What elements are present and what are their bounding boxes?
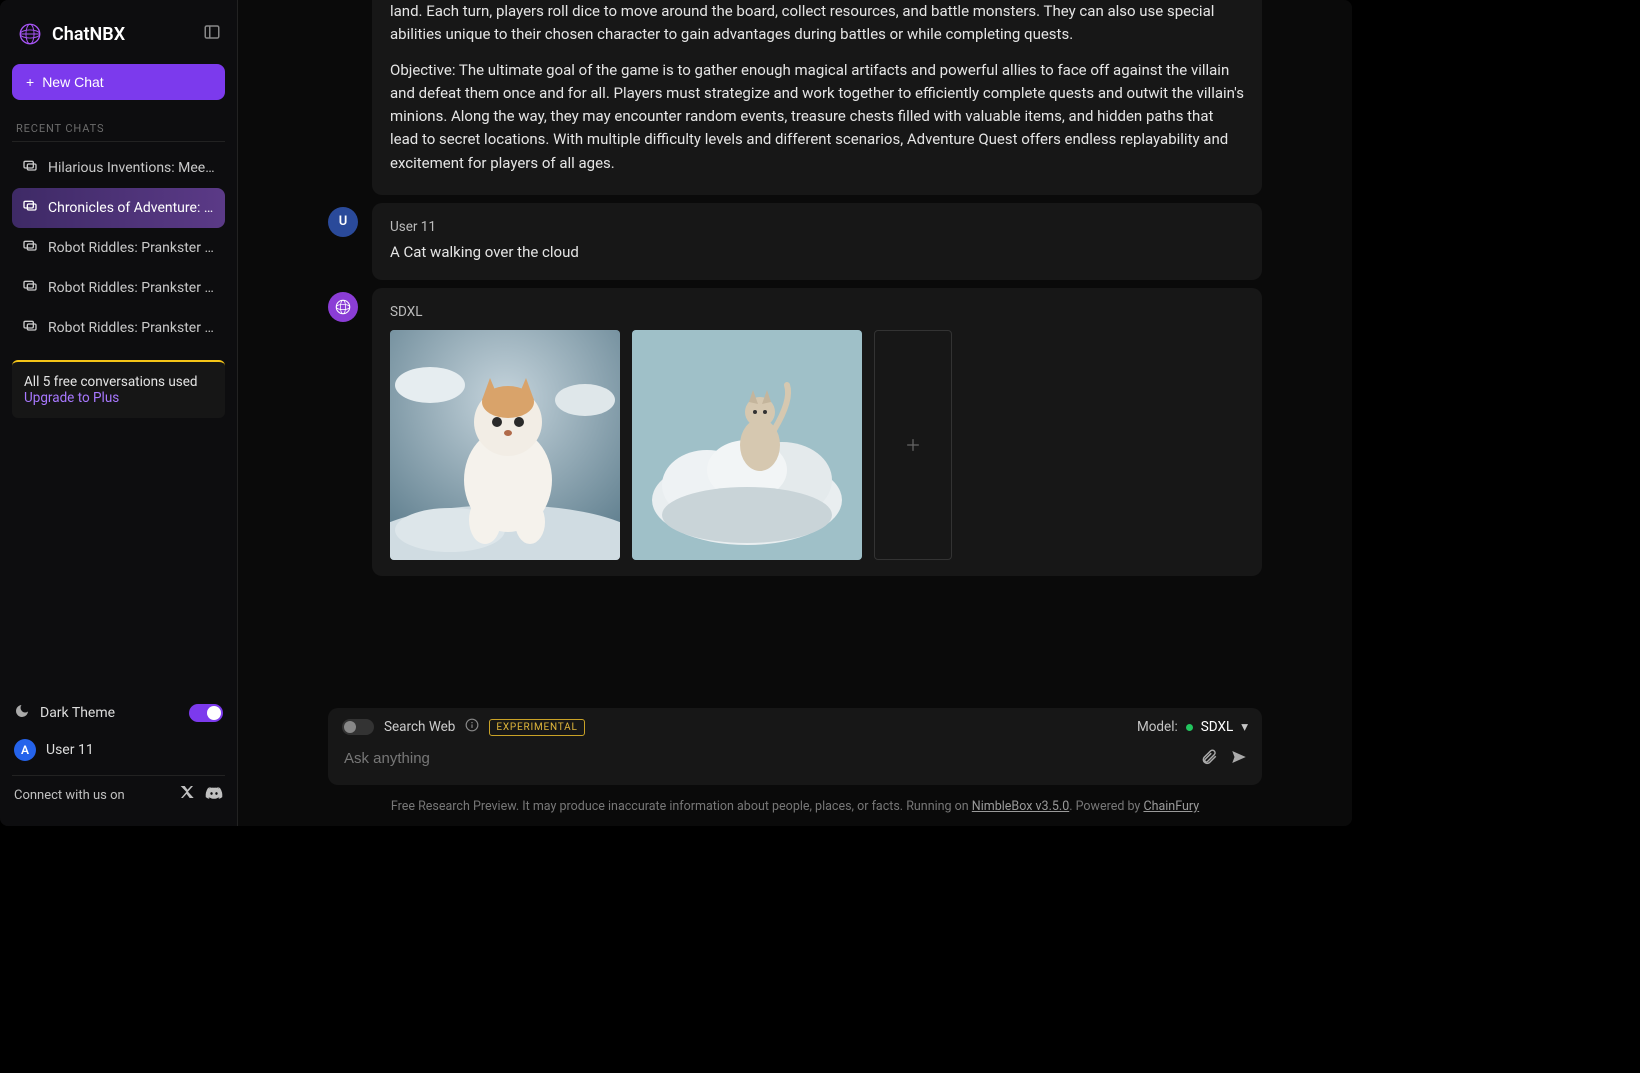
quota-card: All 5 free conversations used Upgrade to…	[12, 360, 225, 418]
user-msg-name: User 11	[390, 219, 1244, 235]
user-msg-avatar: U	[328, 207, 358, 237]
footer-link-chainfury[interactable]: ChainFury	[1143, 799, 1199, 814]
sidebar-chat-item[interactable]: Robot Riddles: Prankster B...	[12, 228, 225, 268]
attach-icon[interactable]	[1200, 748, 1218, 770]
chat-item-label: Chronicles of Adventure: A...	[48, 200, 215, 216]
generated-image[interactable]	[632, 330, 862, 560]
footer-note: Free Research Preview. It may produce in…	[238, 793, 1352, 826]
model-name: SDXL	[1201, 719, 1233, 735]
chat-icon	[22, 158, 38, 178]
upgrade-link[interactable]: Upgrade to Plus	[24, 390, 213, 406]
main-panel: land. Each turn, players roll dice to mo…	[238, 0, 1352, 826]
sidebar: ChatNBX + New Chat RECENT CHATS Hilariou…	[0, 0, 238, 826]
bot-avatar	[328, 292, 358, 322]
chat-item-label: Robot Riddles: Prankster B...	[48, 320, 215, 336]
theme-row: Dark Theme	[12, 695, 225, 731]
user-message-block: U User 11 A Cat walking over the cloud	[328, 203, 1262, 280]
chat-icon	[22, 318, 38, 338]
bot-name: SDXL	[390, 304, 1244, 320]
user-avatar: A	[14, 739, 36, 761]
brand-name: ChatNBX	[52, 24, 125, 45]
model-label: Model:	[1137, 719, 1178, 735]
add-image-tile[interactable]	[874, 330, 952, 560]
assistant-paragraph: land. Each turn, players roll dice to mo…	[390, 0, 1244, 47]
status-dot-icon	[1186, 724, 1193, 731]
experimental-badge: EXPERIMENTAL	[489, 719, 584, 736]
info-icon[interactable]	[465, 718, 479, 736]
conversation-scroll[interactable]: land. Each turn, players roll dice to mo…	[238, 0, 1352, 694]
send-icon[interactable]	[1230, 748, 1248, 770]
search-web-label: Search Web	[384, 719, 455, 735]
user-msg-text: A Cat walking over the cloud	[390, 241, 1244, 264]
chat-item-label: Hilarious Inventions: Meet...	[48, 160, 215, 176]
chat-icon	[22, 238, 38, 258]
new-chat-label: New Chat	[42, 74, 103, 90]
model-picker[interactable]: Model: SDXL ▾	[1137, 719, 1248, 735]
sidebar-chat-item[interactable]: Chronicles of Adventure: A...	[12, 188, 225, 228]
composer: Search Web EXPERIMENTAL Model: SDXL ▾	[328, 708, 1262, 785]
brand-logo-icon	[16, 20, 44, 48]
new-chat-button[interactable]: + New Chat	[12, 64, 225, 100]
chat-icon	[22, 278, 38, 298]
x-icon[interactable]	[179, 784, 195, 806]
composer-input[interactable]	[342, 744, 1188, 773]
generated-images-row	[390, 330, 1244, 560]
sidebar-chat-item[interactable]: Robot Riddles: Prankster B...	[12, 268, 225, 308]
app-window: ChatNBX + New Chat RECENT CHATS Hilariou…	[0, 0, 1352, 826]
connect-label: Connect with us on	[14, 788, 125, 803]
plus-icon: +	[26, 74, 34, 90]
chat-list: Hilarious Inventions: Meet... Chronicles …	[12, 148, 225, 348]
user-row[interactable]: A User 11	[12, 731, 225, 769]
footer-prefix: Free Research Preview. It may produce in…	[391, 799, 972, 814]
chat-icon	[22, 198, 38, 218]
footer-link-nimblebox[interactable]: NimbleBox v3.5.0	[972, 799, 1069, 814]
sidebar-chat-item[interactable]: Hilarious Inventions: Meet...	[12, 148, 225, 188]
discord-icon[interactable]	[205, 784, 223, 806]
search-web-toggle[interactable]	[342, 719, 374, 735]
moon-icon	[14, 703, 30, 723]
sidebar-collapse-icon[interactable]	[203, 23, 221, 45]
footer-middle: . Powered by	[1069, 799, 1143, 814]
generated-image[interactable]	[390, 330, 620, 560]
chat-item-label: Robot Riddles: Prankster B...	[48, 280, 215, 296]
connect-row: Connect with us on	[12, 775, 225, 814]
sidebar-chat-item[interactable]: Robot Riddles: Prankster B...	[12, 308, 225, 348]
chat-item-label: Robot Riddles: Prankster B...	[48, 240, 215, 256]
assistant-paragraph: Objective: The ultimate goal of the game…	[390, 59, 1244, 175]
chevron-down-icon: ▾	[1241, 719, 1248, 735]
recent-chats-header: RECENT CHATS	[12, 116, 225, 142]
theme-toggle[interactable]	[189, 704, 223, 722]
quota-line: All 5 free conversations used	[24, 374, 213, 390]
assistant-message: land. Each turn, players roll dice to mo…	[372, 0, 1262, 195]
sdxl-message-block: SDXL	[328, 288, 1262, 576]
theme-label: Dark Theme	[40, 705, 115, 721]
brand-row: ChatNBX	[12, 12, 225, 64]
user-name: User 11	[46, 742, 94, 758]
